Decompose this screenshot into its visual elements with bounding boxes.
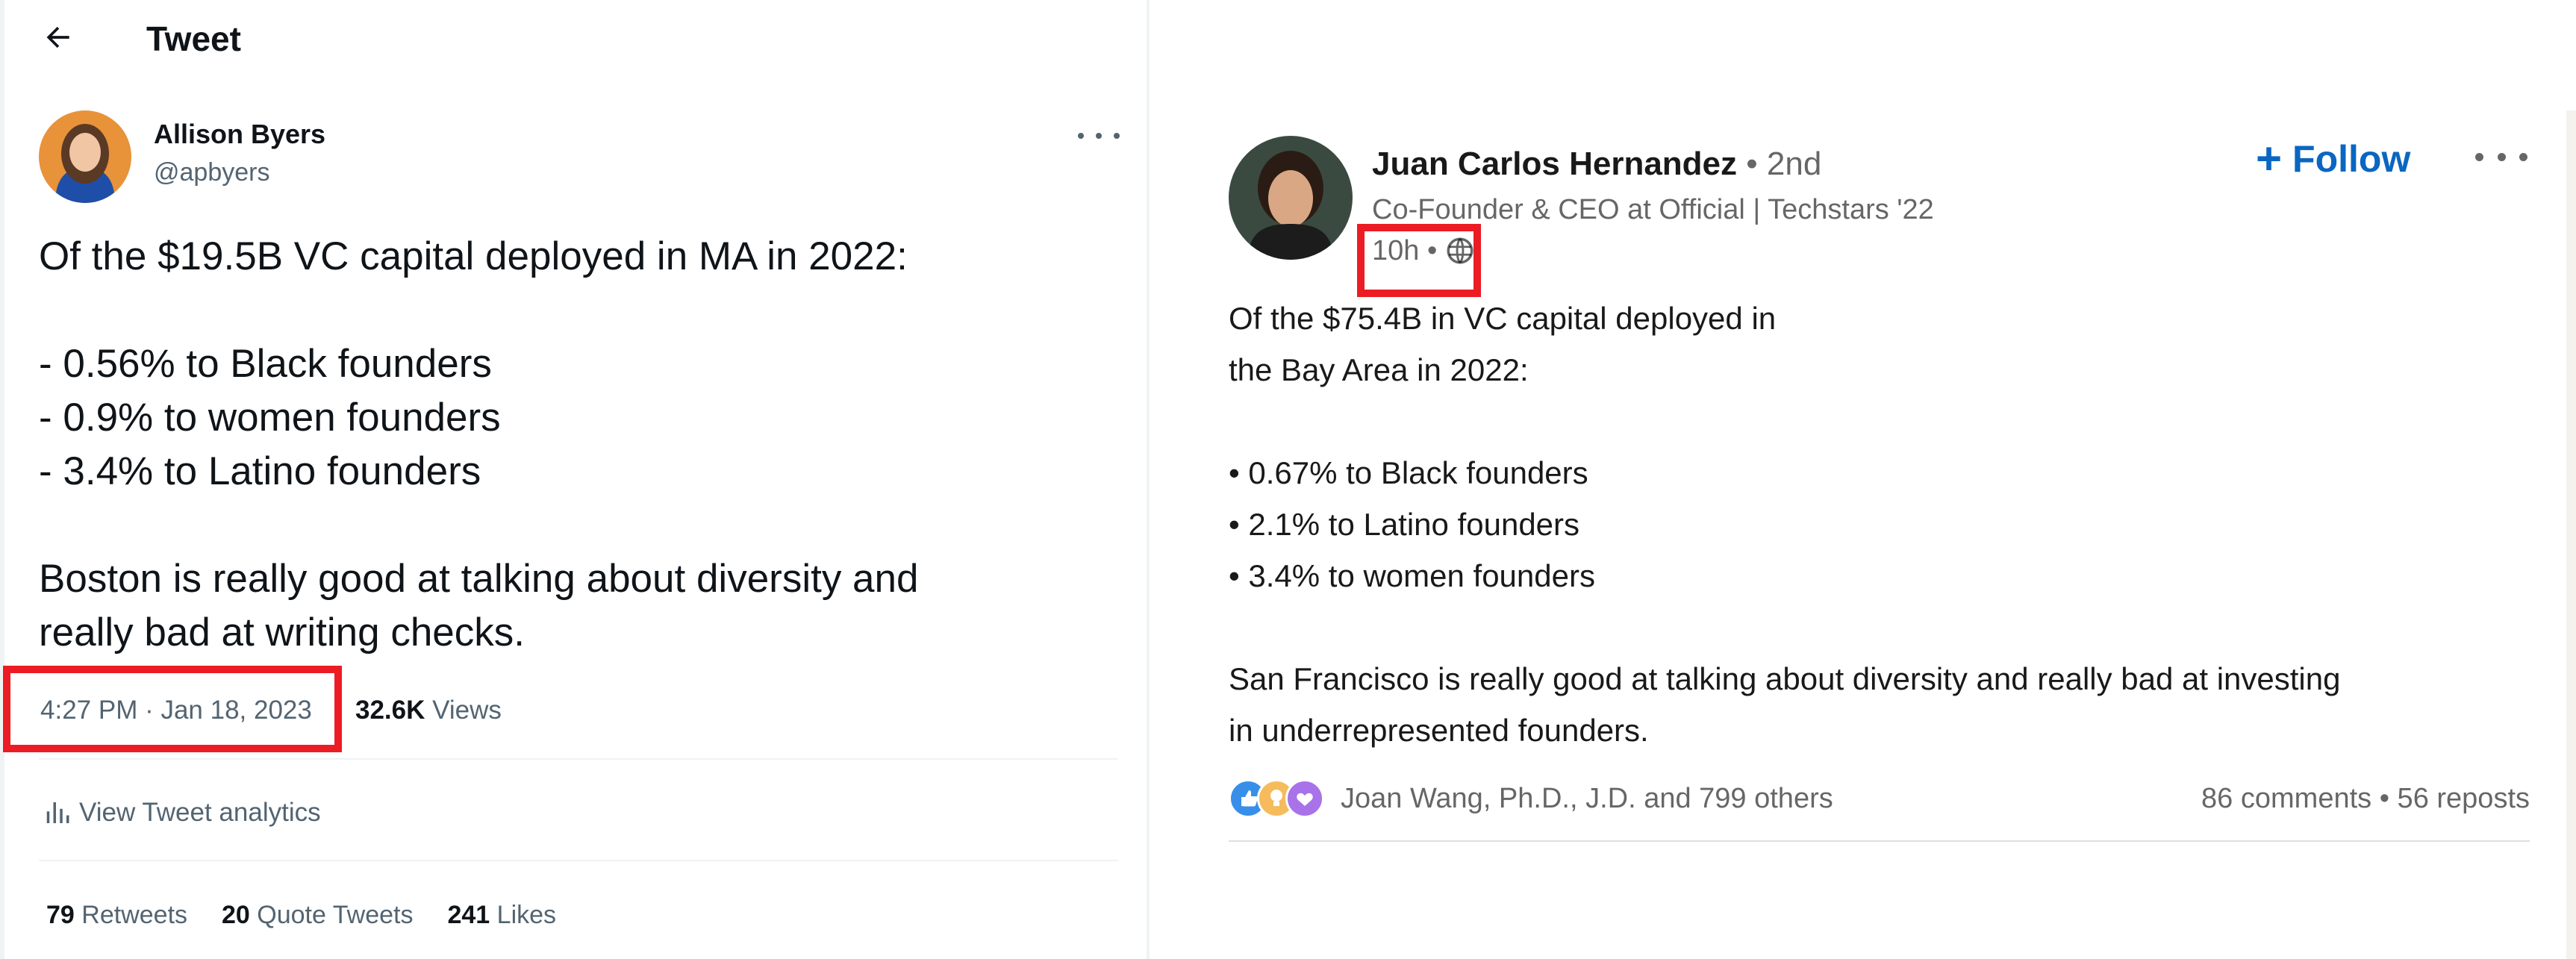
retweets-count: 79 [46,901,75,929]
tweet-line [39,284,918,337]
tweet-line: - 0.9% to women founders [39,396,501,440]
tweet-line: really bad at writing checks. [39,610,526,655]
retweets-link[interactable]: 79 Retweets [46,901,187,929]
screenshot-root: Tweet Allison Byers @apbyers Of the $19.… [0,0,2576,959]
reactions-summary[interactable]: Joan Wang, Ph.D., J.D. and 799 others [1341,776,1833,821]
likes-link[interactable]: 241 Likes [447,901,556,929]
views-label: Views [432,696,502,725]
tweet-line [39,499,918,552]
author-name[interactable]: Juan Carlos Hernandez • 2nd [1372,145,1821,184]
post-line: the Bay Area in 2022: [1229,352,1529,387]
highlight-box [3,666,342,752]
analytics-label: View Tweet analytics [79,798,321,827]
post-line [1229,396,2340,447]
author-name[interactable]: Allison Byers [154,118,325,151]
avatar[interactable] [39,110,131,203]
post-line: in underrepresented founders. [1229,713,1649,748]
post-line [1229,602,2340,653]
tweet-text: Of the $19.5B VC capital deployed in MA … [39,230,918,660]
author-headline: Co-Founder & CEO at Official | Techstars… [1372,194,1934,225]
more-options-icon[interactable] [1078,119,1120,152]
tweet-line: - 3.4% to Latino founders [39,449,481,493]
back-arrow-icon[interactable] [40,19,76,55]
love-reaction-icon [1285,779,1324,818]
follow-button[interactable]: + Follow [2256,133,2410,185]
reaction-icons[interactable] [1229,776,1324,821]
post-line: Of the $75.4B in VC capital deployed in [1229,301,1777,336]
tweet-line: Of the $19.5B VC capital deployed in MA … [39,234,908,278]
tweet-panel: Tweet Allison Byers @apbyers Of the $19.… [0,0,1147,959]
author-name-text: Juan Carlos Hernandez [1372,146,1738,182]
follow-label: Follow [2292,138,2411,180]
avatar[interactable] [1229,136,1353,260]
connection-degree: • 2nd [1737,146,1822,182]
views-count: 32.6K Views [355,687,502,734]
post-text: Of the $75.4B in VC capital deployed in … [1229,293,2340,756]
divider [39,758,1118,760]
divider [39,860,1118,861]
analytics-icon [46,802,69,823]
post-line: • 2.1% to Latino founders [1229,507,1580,542]
author-handle[interactable]: @apbyers [154,157,269,188]
quotes-label: Quote Tweets [257,901,414,929]
page-title: Tweet [146,19,241,58]
post-line: • 0.67% to Black founders [1229,455,1588,490]
likes-label: Likes [496,901,557,929]
view-analytics-link[interactable]: View Tweet analytics [40,787,321,839]
views-number: 32.6K [355,696,425,725]
post-line: • 3.4% to women founders [1229,558,1595,593]
likes-count: 241 [447,901,490,929]
retweets-label: Retweets [81,901,188,929]
tweet-line: - 0.56% to Black founders [39,342,492,386]
highlight-box [1357,224,1481,297]
divider [1229,840,2530,842]
panel-divider [1147,0,1150,959]
tweet-line: Boston is really good at talking about d… [39,557,919,601]
plus-icon: + [2256,134,2283,184]
card-edge [2566,110,2576,959]
engagement-stats: 79 Retweets 20 Quote Tweets 241 Likes [46,893,556,937]
post-line: San Francisco is really good at talking … [1229,661,2341,696]
more-options-icon[interactable] [2475,148,2527,166]
comments-reposts-count[interactable]: 86 comments • 56 reposts [2201,776,2530,821]
quote-tweets-link[interactable]: 20 Quote Tweets [222,901,413,929]
panel-edge [0,0,4,959]
quotes-count: 20 [222,901,250,929]
